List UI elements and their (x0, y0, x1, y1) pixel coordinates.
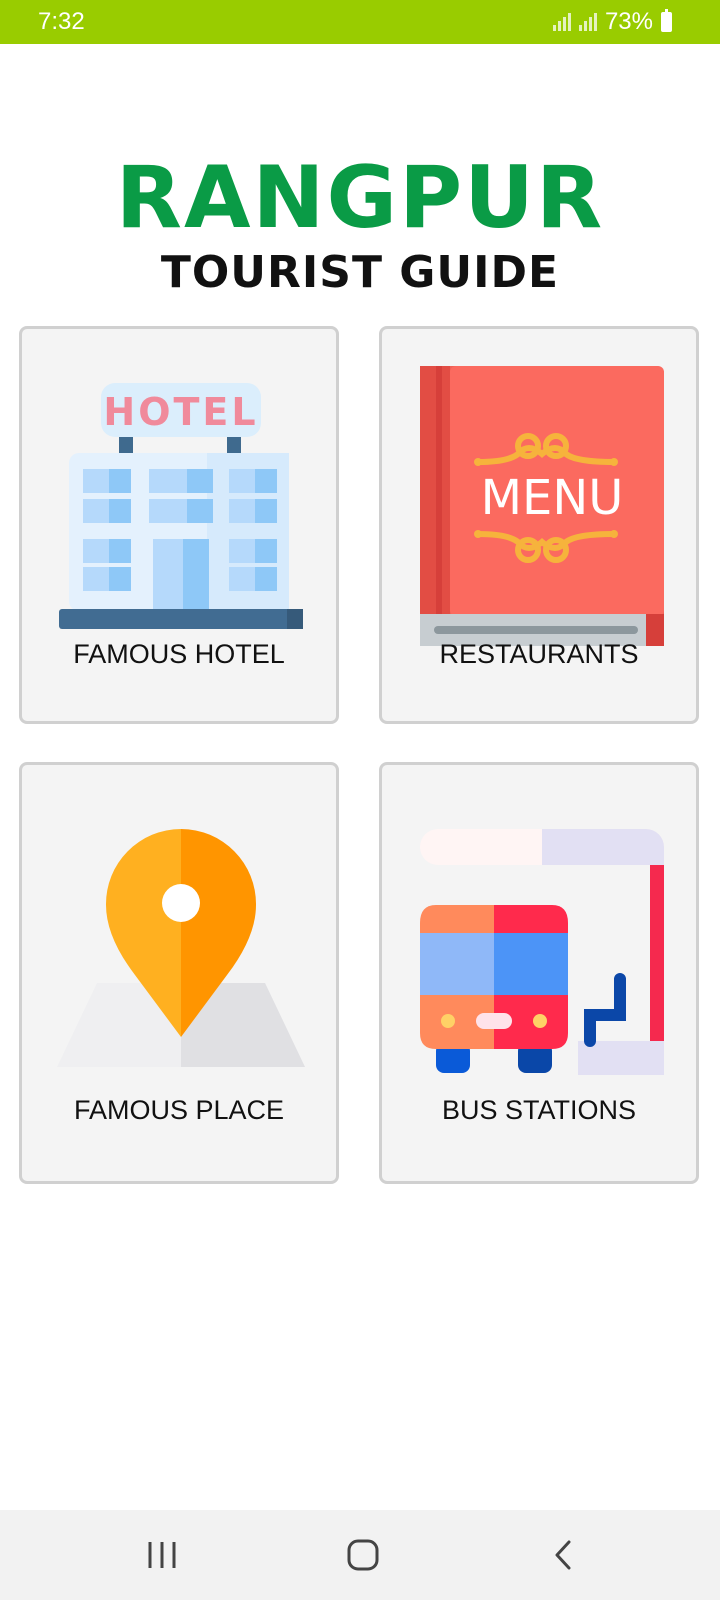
card-label: RESTAURANTS (439, 639, 639, 669)
svg-text:MENU: MENU (481, 470, 624, 526)
card-label: FAMOUS PLACE (73, 1095, 285, 1125)
home-button[interactable] (303, 1510, 423, 1600)
bus-stop-icon (420, 829, 664, 1075)
recent-apps-icon (148, 1542, 176, 1568)
back-icon (555, 1540, 571, 1570)
famous-place-card[interactable]: FAMOUS PLACE (19, 762, 339, 1184)
signal-icon (578, 13, 597, 31)
home-icon (347, 1539, 379, 1571)
hotel-icon: HOTEL (59, 383, 303, 629)
bus-stations-card[interactable]: BUS STATIONS (379, 762, 699, 1184)
map-pin-icon (57, 829, 305, 1067)
status-icons: 73% (552, 8, 672, 36)
app-subtitle: TOURIST GUIDE (160, 247, 560, 298)
signal-icon (552, 13, 571, 31)
status-time: 7:32 (38, 8, 85, 35)
card-label: BUS STATIONS (441, 1095, 637, 1125)
back-button[interactable] (503, 1510, 623, 1600)
menu-book-icon: MENU (420, 366, 664, 646)
restaurants-card[interactable]: MENU RESTAURANTS (379, 326, 699, 724)
status-bar: 7:32 73% (0, 0, 720, 44)
app-logo: RANGPUR TOURIST GUIDE (0, 150, 720, 298)
battery-icon (661, 9, 672, 32)
app-title: RANGPUR (115, 148, 605, 248)
card-label: FAMOUS HOTEL (73, 639, 285, 669)
navigation-bar (0, 1510, 720, 1600)
battery-percent: 73% (604, 8, 653, 35)
famous-hotel-card[interactable]: HOTEL FAMOUS HOTEL (19, 326, 339, 724)
svg-text:HOTEL: HOTEL (103, 390, 258, 434)
recent-apps-button[interactable] (103, 1510, 223, 1600)
